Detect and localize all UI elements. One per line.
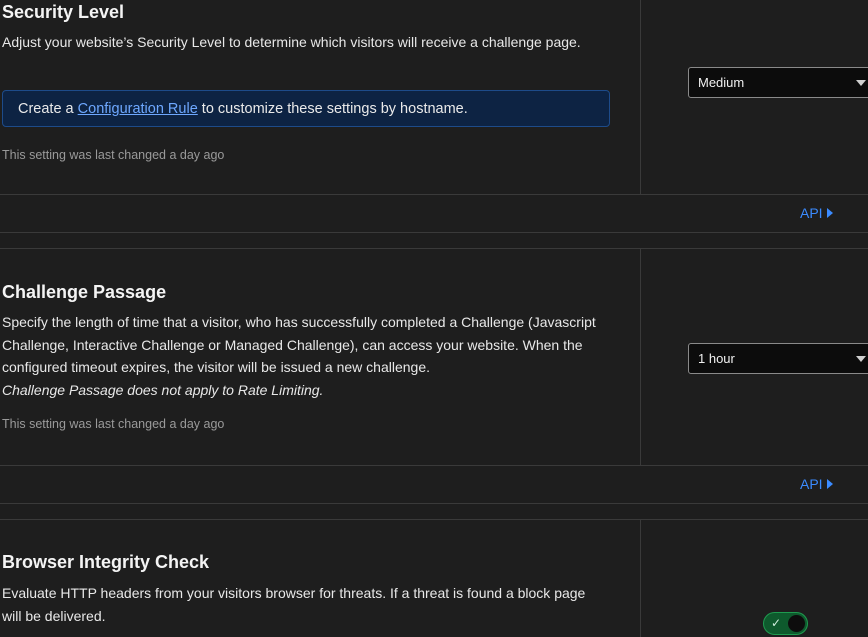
security-level-info: Security Level Adjust your website’s Sec… [0,0,641,194]
challenge-passage-api-bar: API [0,466,868,504]
api-label: API [800,205,823,221]
toggle-knob [788,615,805,632]
browser-integrity-info: Browser Integrity Check Evaluate HTTP he… [0,520,641,637]
security-level-card: Security Level Adjust your website’s Sec… [0,0,868,195]
security-level-last-changed: This setting was last changed a day ago [2,148,225,162]
chevron-down-icon [856,80,866,86]
security-level-api-bar: API [0,195,868,233]
challenge-passage-last-changed: This setting was last changed a day ago [2,417,225,431]
security-level-selected-value: Medium [698,75,745,90]
settings-page: Security Level Adjust your website’s Sec… [0,0,868,637]
configuration-rule-link[interactable]: Configuration Rule [78,101,198,117]
configuration-rule-notice: Create a Configuration Rule to customize… [2,90,610,127]
chevron-down-icon [856,356,866,362]
challenge-passage-info: Challenge Passage Specify the length of … [0,249,641,465]
browser-integrity-card: Browser Integrity Check Evaluate HTTP he… [0,519,868,637]
challenge-passage-note: Challenge Passage does not apply to Rate… [2,381,324,398]
check-icon: ✓ [771,616,782,630]
challenge-passage-description-text: Specify the length of time that a visito… [2,314,596,375]
browser-integrity-toggle[interactable]: ✓ [763,612,808,635]
notice-suffix: to customize these settings by hostname. [201,101,468,117]
browser-integrity-title: Browser Integrity Check [2,552,210,572]
challenge-passage-card: Challenge Passage Specify the length of … [0,248,868,466]
security-level-description: Adjust your website’s Security Level to … [2,34,581,50]
caret-right-icon [826,208,833,218]
challenge-passage-api-link[interactable]: API [800,476,833,492]
security-level-select[interactable]: Medium [688,67,868,98]
challenge-passage-select[interactable]: 1 hour [688,343,868,374]
security-level-api-link[interactable]: API [800,205,833,221]
security-level-title: Security Level [2,2,125,22]
notice-prefix: Create a [18,101,74,117]
api-label: API [800,476,823,492]
caret-right-icon [826,479,833,489]
challenge-passage-selected-value: 1 hour [698,351,735,366]
challenge-passage-title: Challenge Passage [2,282,167,302]
challenge-passage-description: Specify the length of time that a visito… [2,311,612,401]
browser-integrity-description: Evaluate HTTP headers from your visitors… [2,585,586,624]
